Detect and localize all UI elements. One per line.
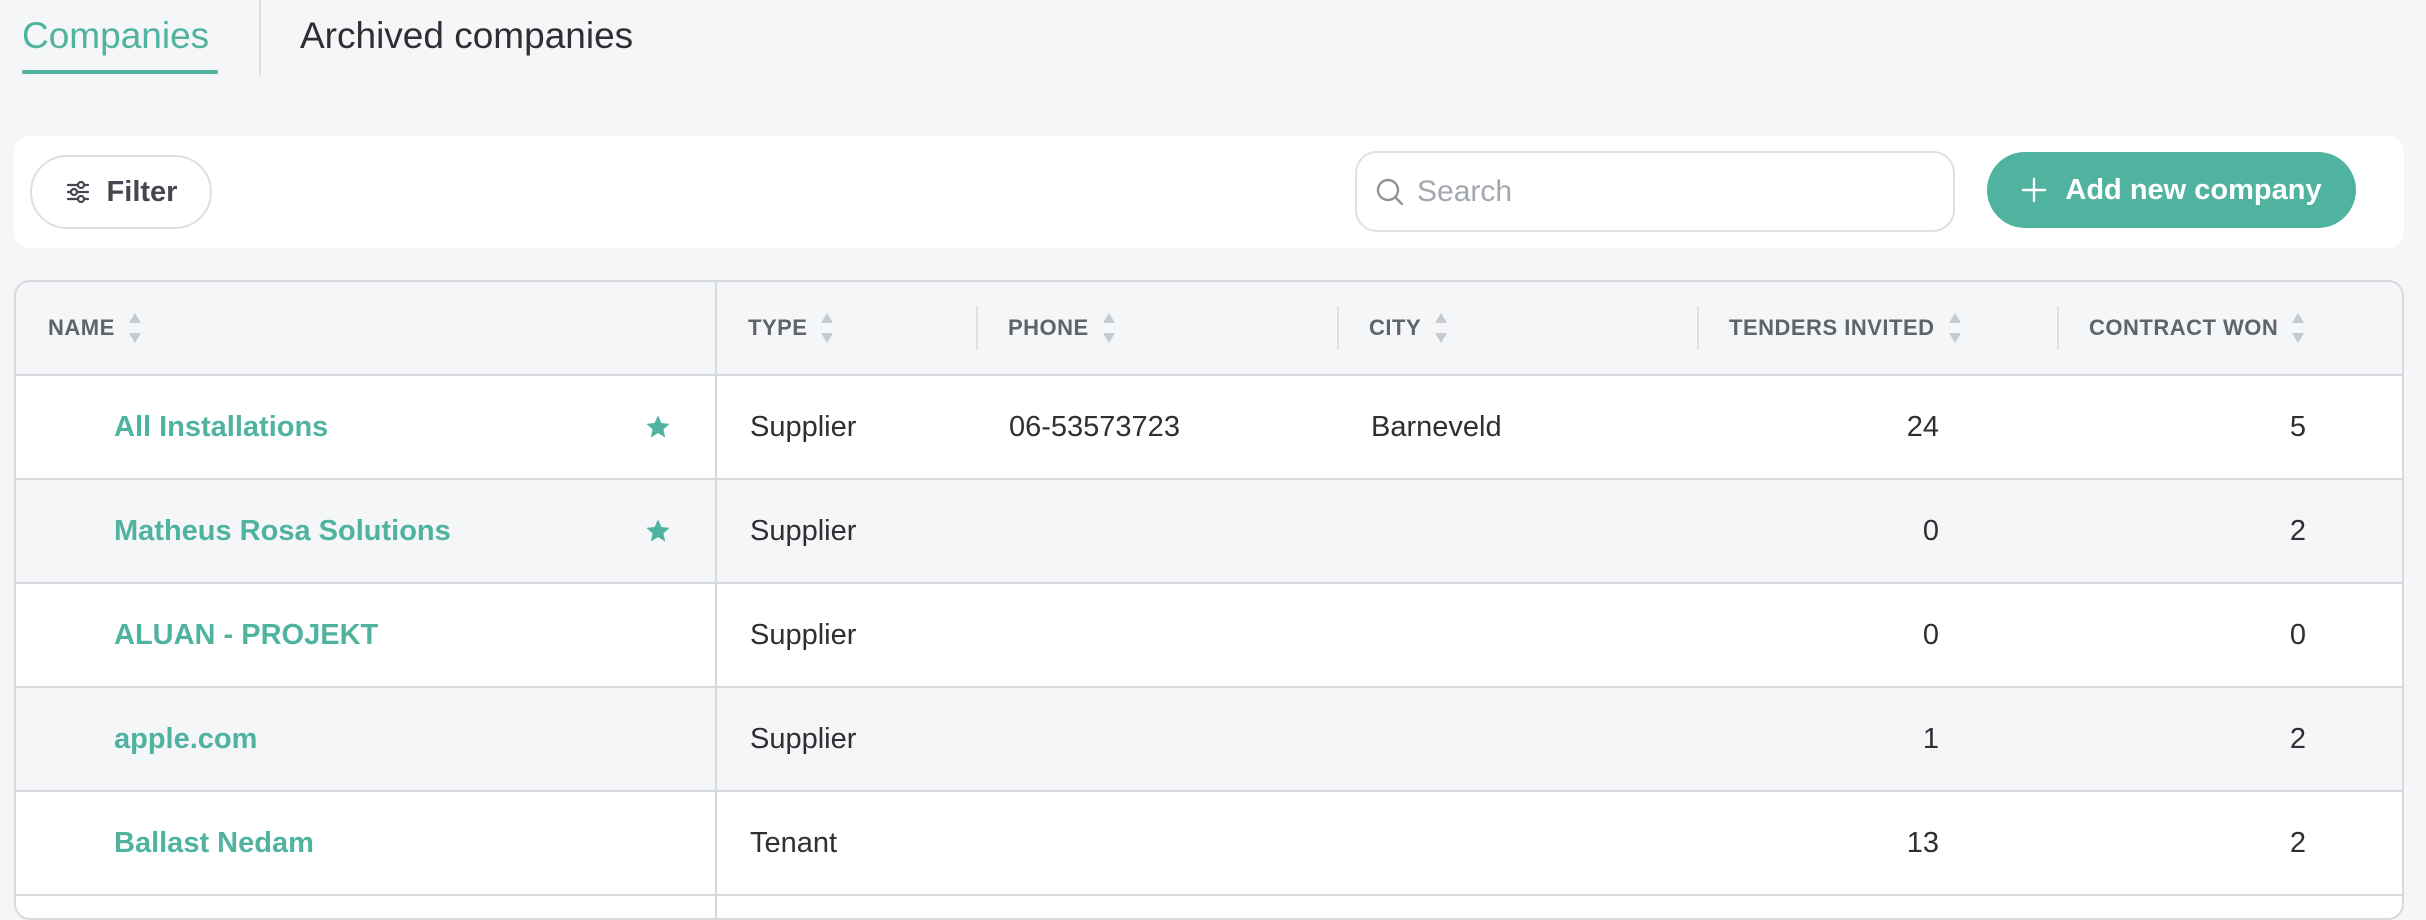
company-type: Supplier bbox=[750, 618, 857, 651]
table-header: NAME TYPE PHONE CITY TENDERS INVITED CON… bbox=[16, 282, 2402, 376]
add-new-company-label: Add new company bbox=[2065, 173, 2322, 206]
column-separator bbox=[1337, 306, 1339, 350]
company-type: Supplier bbox=[750, 514, 857, 547]
sort-icon bbox=[128, 313, 141, 343]
sort-icon bbox=[1948, 313, 1961, 343]
plus-icon bbox=[2022, 177, 2047, 203]
company-city: Barneveld bbox=[1371, 410, 1502, 443]
tenders-invited-count: 13 bbox=[1906, 826, 1939, 859]
company-name-link[interactable]: Ballast Nedam bbox=[114, 792, 314, 894]
column-header-label: CONTRACT WON bbox=[2089, 315, 2279, 340]
company-type: Supplier bbox=[750, 722, 857, 755]
add-new-company-button[interactable]: Add new company bbox=[1987, 152, 2356, 228]
column-header-name[interactable]: NAME bbox=[48, 282, 143, 374]
toolbar: Filter Add new company bbox=[14, 136, 2404, 248]
column-header-contract-won[interactable]: CONTRACT WON bbox=[2089, 282, 2306, 374]
column-header-label: TENDERS INVITED bbox=[1729, 315, 1935, 340]
name-column-divider bbox=[715, 282, 717, 918]
tenders-invited-count: 0 bbox=[1922, 514, 1939, 547]
sort-icon bbox=[1435, 313, 1448, 343]
column-header-phone[interactable]: PHONE bbox=[1008, 282, 1117, 374]
column-separator bbox=[2057, 306, 2059, 350]
active-tab-indicator bbox=[22, 70, 218, 74]
sliders-icon bbox=[66, 180, 89, 204]
tenders-invited-count: 0 bbox=[1922, 618, 1939, 651]
company-type: Tenant bbox=[750, 826, 838, 859]
column-header-label: CITY bbox=[1369, 315, 1422, 340]
tab-divider bbox=[259, 0, 261, 75]
sort-icon bbox=[2292, 313, 2305, 343]
company-phone: 06-53573723 bbox=[1009, 410, 1180, 443]
table-row[interactable]: ALUAN - PROJEKT Supplier 0 0 bbox=[16, 584, 2402, 688]
company-name-link[interactable]: Matheus Rosa Solutions bbox=[114, 480, 451, 582]
column-header-label: TYPE bbox=[748, 315, 808, 340]
tabs-bar: Companies Archived companies bbox=[0, 0, 2426, 80]
contracts-won-count: 0 bbox=[2289, 618, 2306, 651]
tenders-invited-count: 24 bbox=[1906, 410, 1939, 443]
favorite-toggle[interactable] bbox=[644, 480, 672, 582]
star-icon bbox=[646, 415, 670, 438]
table-row[interactable]: Matheus Rosa Solutions Supplier 0 2 bbox=[16, 480, 2402, 584]
search-icon bbox=[1376, 178, 1404, 206]
star-icon bbox=[646, 519, 670, 542]
table-row[interactable]: Ballast Nedam Tenant 13 2 bbox=[16, 792, 2402, 896]
filter-label: Filter bbox=[106, 175, 178, 208]
company-name-link[interactable]: apple.com bbox=[114, 688, 257, 790]
sort-icon bbox=[1102, 313, 1115, 343]
company-name-link[interactable]: All Installations bbox=[114, 376, 328, 478]
tab-archived-companies[interactable]: Archived companies bbox=[300, 14, 633, 58]
column-separator bbox=[1697, 306, 1699, 350]
search-input[interactable] bbox=[1417, 167, 1937, 217]
column-separator bbox=[976, 306, 978, 350]
sort-icon bbox=[821, 313, 834, 343]
tenders-invited-count: 1 bbox=[1922, 722, 1939, 755]
column-header-city[interactable]: CITY bbox=[1369, 282, 1449, 374]
favorite-toggle[interactable] bbox=[644, 376, 672, 478]
company-name-link[interactable]: ALUAN - PROJEKT bbox=[114, 584, 378, 686]
contracts-won-count: 5 bbox=[2289, 410, 2306, 443]
table-row[interactable]: All Installations Supplier 06-53573723 B… bbox=[16, 376, 2402, 480]
table-row[interactable]: apple.com Supplier 1 2 bbox=[16, 688, 2402, 792]
contracts-won-count: 2 bbox=[2289, 722, 2306, 755]
contracts-won-count: 2 bbox=[2289, 514, 2306, 547]
column-header-label: NAME bbox=[48, 315, 115, 340]
filter-button[interactable]: Filter bbox=[30, 155, 212, 229]
column-header-label: PHONE bbox=[1008, 315, 1089, 340]
contracts-won-count: 2 bbox=[2289, 826, 2306, 859]
column-header-tenders-invited[interactable]: TENDERS INVITED bbox=[1729, 282, 1963, 374]
company-type: Supplier bbox=[750, 410, 857, 443]
tab-companies[interactable]: Companies bbox=[22, 14, 209, 58]
search-box[interactable] bbox=[1355, 151, 1955, 232]
column-header-type[interactable]: TYPE bbox=[748, 282, 835, 374]
companies-table: NAME TYPE PHONE CITY TENDERS INVITED CON… bbox=[14, 280, 2404, 920]
